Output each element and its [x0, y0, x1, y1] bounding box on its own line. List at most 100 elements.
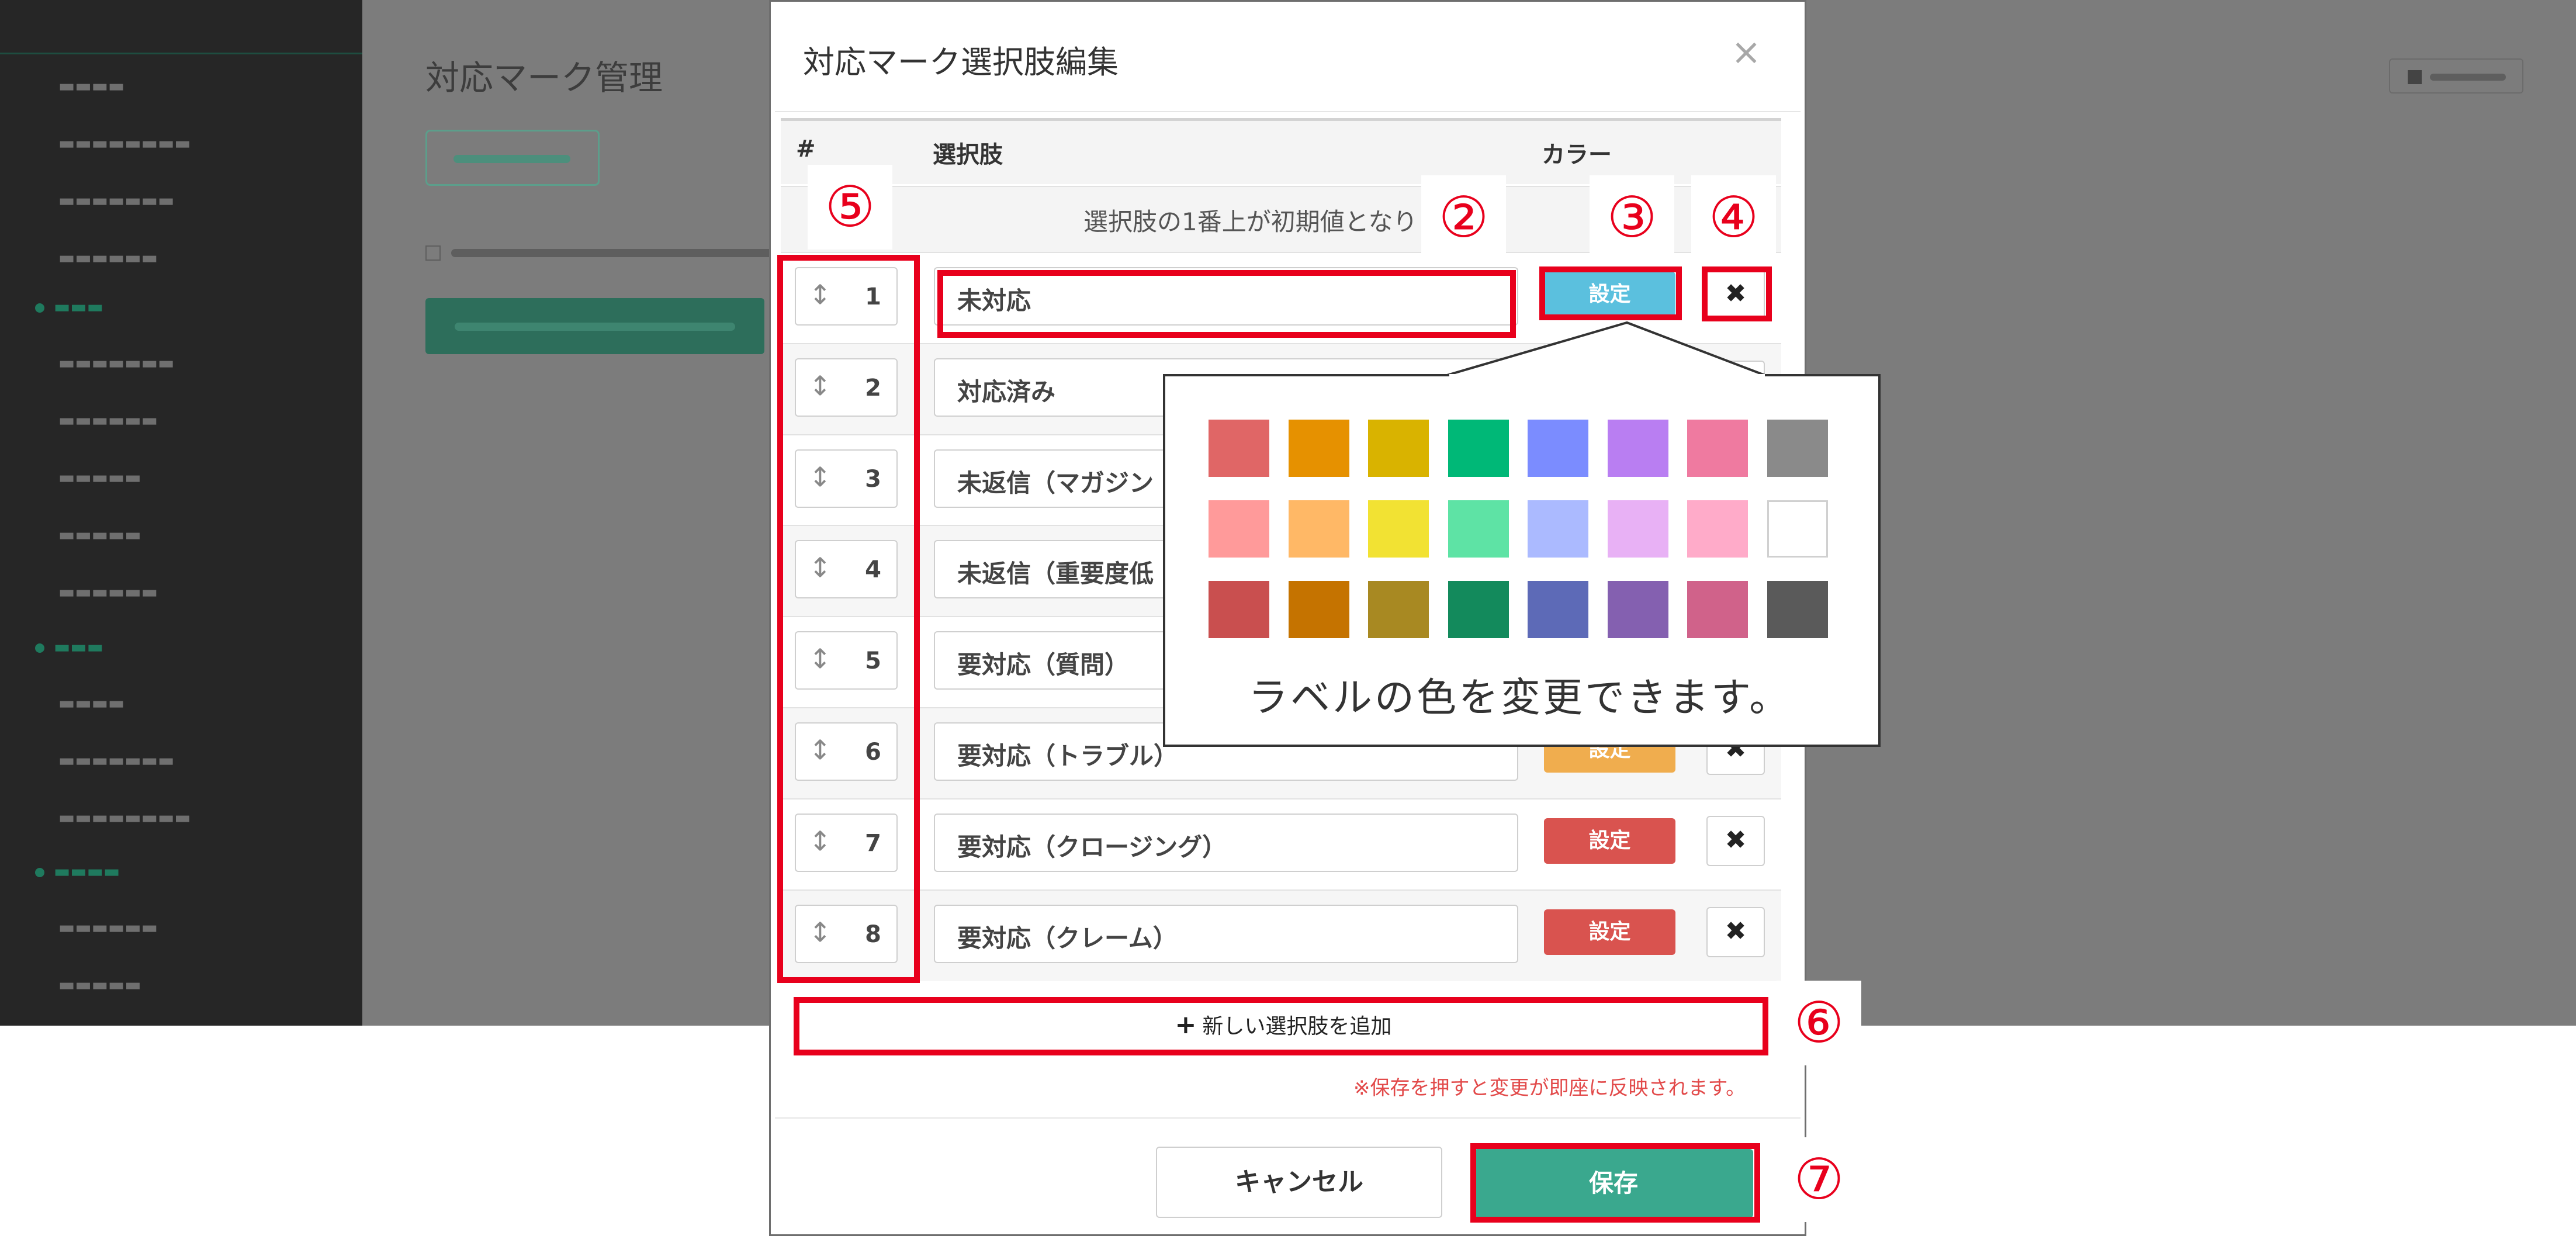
- table-header: [781, 121, 1781, 184]
- color-swatch[interactable]: [1687, 500, 1748, 558]
- color-swatch[interactable]: [1209, 420, 1269, 477]
- drag-handle[interactable]: ↕ 6: [795, 722, 898, 781]
- row-number: 3: [865, 466, 881, 493]
- color-swatch[interactable]: [1687, 420, 1748, 477]
- color-swatch[interactable]: [1608, 581, 1668, 638]
- sidebar-item[interactable]: ▬▬▬▬▬▬: [58, 410, 158, 434]
- delete-icon[interactable]: ✖: [1706, 907, 1765, 957]
- row-number: 1: [865, 283, 881, 310]
- sidebar-item[interactable]: ▬▬▬▬▬▬: [58, 582, 158, 605]
- add-option-label: 新しい選択肢を追加: [1202, 1015, 1392, 1039]
- option-input[interactable]: 未対応: [934, 267, 1518, 326]
- save-button[interactable]: 保存: [1474, 1149, 1753, 1218]
- color-set-button[interactable]: 設定: [1544, 909, 1675, 955]
- sidebar-item[interactable]: ▬▬▬▬▬▬▬: [58, 750, 174, 774]
- drag-icon: ↕: [809, 552, 832, 583]
- column-header-option: 選択肢: [933, 141, 1003, 168]
- drag-icon: ↕: [809, 825, 832, 857]
- save-note: ※保存を押すと変更が即座に反映されます。: [1353, 1076, 1746, 1100]
- color-swatch[interactable]: [1368, 500, 1429, 558]
- plus-icon: +: [1175, 1010, 1197, 1040]
- sidebar-item[interactable]: ▬▬▬▬▬: [58, 525, 141, 548]
- color-swatch[interactable]: [1209, 500, 1269, 558]
- sidebar-item[interactable]: ▬▬▬▬▬▬▬: [58, 191, 174, 214]
- color-swatch[interactable]: [1289, 500, 1349, 558]
- color-swatch[interactable]: [1608, 500, 1668, 558]
- color-swatch[interactable]: [1368, 420, 1429, 477]
- drag-icon: ↕: [809, 370, 832, 401]
- background-outline-button[interactable]: [425, 130, 600, 186]
- sidebar-item[interactable]: ▬▬▬▬: [58, 76, 124, 99]
- color-swatch[interactable]: [1767, 420, 1828, 477]
- sidebar-item[interactable]: ▬▬▬▬▬▬▬▬: [58, 808, 191, 831]
- sidebar-item[interactable]: ▬▬▬▬▬: [58, 468, 141, 491]
- modal-title: 対応マーク選択肢編集: [803, 44, 1119, 81]
- drag-icon: ↕: [809, 279, 832, 310]
- color-swatch[interactable]: [1289, 581, 1349, 638]
- row-number: 8: [865, 921, 881, 948]
- drag-handle[interactable]: ↕ 3: [795, 449, 898, 508]
- modal-footer-divider: [775, 1117, 1801, 1119]
- color-swatch[interactable]: [1528, 500, 1588, 558]
- sidebar-item[interactable]: ▬▬▬▬▬▬: [58, 918, 158, 941]
- color-swatch[interactable]: [1448, 500, 1509, 558]
- row-number: 2: [865, 375, 881, 401]
- callout-4: ④: [1691, 175, 1776, 260]
- close-icon[interactable]: ×: [1731, 30, 1761, 73]
- background-primary-button[interactable]: [425, 298, 764, 354]
- sidebar-item[interactable]: ▬▬▬▬▬: [58, 975, 141, 998]
- popover-caption: ラベルの色を変更できます。: [1248, 675, 1792, 721]
- delete-icon[interactable]: ✖: [1706, 816, 1765, 866]
- color-set-button[interactable]: 設定: [1544, 818, 1675, 864]
- option-input[interactable]: 要対応（クロージング）: [934, 814, 1518, 872]
- drag-handle[interactable]: ↕ 1: [795, 267, 898, 326]
- callout-6: ⑥: [1777, 981, 1861, 1065]
- drag-handle[interactable]: ↕ 8: [795, 905, 898, 963]
- drag-handle[interactable]: ↕ 4: [795, 540, 898, 598]
- row-number: 6: [865, 739, 881, 766]
- drag-handle[interactable]: ↕ 5: [795, 631, 898, 690]
- option-input[interactable]: 要対応（クレーム）: [934, 905, 1518, 963]
- callout-3: ③: [1590, 175, 1674, 260]
- delete-icon[interactable]: ✖: [1706, 269, 1765, 320]
- color-swatch[interactable]: [1528, 581, 1588, 638]
- default-value-note: 選択肢の1番上が初期値となり: [1083, 207, 1418, 236]
- sidebar-item[interactable]: ▬▬▬▬▬▬▬: [58, 353, 174, 376]
- sidebar-section[interactable]: ▬▬▬: [35, 637, 103, 660]
- color-swatch[interactable]: [1687, 581, 1748, 638]
- column-header-color: カラー: [1542, 141, 1612, 168]
- sidebar-divider: [0, 53, 362, 54]
- color-swatch[interactable]: [1209, 581, 1269, 638]
- color-set-button[interactable]: 設定: [1544, 272, 1675, 317]
- drag-icon: ↕: [809, 734, 832, 766]
- color-swatch[interactable]: [1448, 581, 1509, 638]
- sidebar-item[interactable]: ▬▬▬▬: [58, 693, 124, 716]
- color-swatch[interactable]: [1767, 581, 1828, 638]
- drag-icon: ↕: [809, 916, 832, 948]
- modal-header-divider: [775, 111, 1801, 112]
- sidebar-section[interactable]: ▬▬▬▬: [35, 861, 120, 885]
- drag-handle[interactable]: ↕ 2: [795, 358, 898, 417]
- drag-handle[interactable]: ↕ 7: [795, 814, 898, 872]
- sidebar: ▬▬▬▬ ▬▬▬▬▬▬▬▬ ▬▬▬▬▬▬▬ ▬▬▬▬▬▬ ▬▬▬ ▬▬▬▬▬▬▬…: [0, 0, 362, 1026]
- row-number: 5: [865, 648, 881, 674]
- color-swatch[interactable]: [1528, 420, 1588, 477]
- background-manual-button[interactable]: [2389, 58, 2523, 94]
- sidebar-section[interactable]: ▬▬▬: [35, 297, 103, 320]
- callout-7: ⑦: [1777, 1137, 1861, 1222]
- sidebar-item[interactable]: ▬▬▬▬▬▬: [58, 248, 158, 271]
- color-swatch[interactable]: [1448, 420, 1509, 477]
- sidebar-item[interactable]: ▬▬▬▬▬▬▬▬: [58, 133, 191, 157]
- add-option-button[interactable]: + 新しい選択肢を追加: [798, 1001, 1768, 1051]
- drag-icon: ↕: [809, 643, 832, 674]
- color-swatch[interactable]: [1289, 420, 1349, 477]
- callout-5: ⑤: [808, 165, 892, 250]
- cancel-button[interactable]: キャンセル: [1156, 1147, 1442, 1218]
- color-swatch[interactable]: [1767, 500, 1828, 558]
- drag-icon: ↕: [809, 461, 832, 493]
- color-swatch[interactable]: [1608, 420, 1668, 477]
- row-number: 7: [865, 830, 881, 857]
- row-number: 4: [865, 556, 881, 583]
- callout-2: ②: [1421, 175, 1506, 260]
- color-swatch[interactable]: [1368, 581, 1429, 638]
